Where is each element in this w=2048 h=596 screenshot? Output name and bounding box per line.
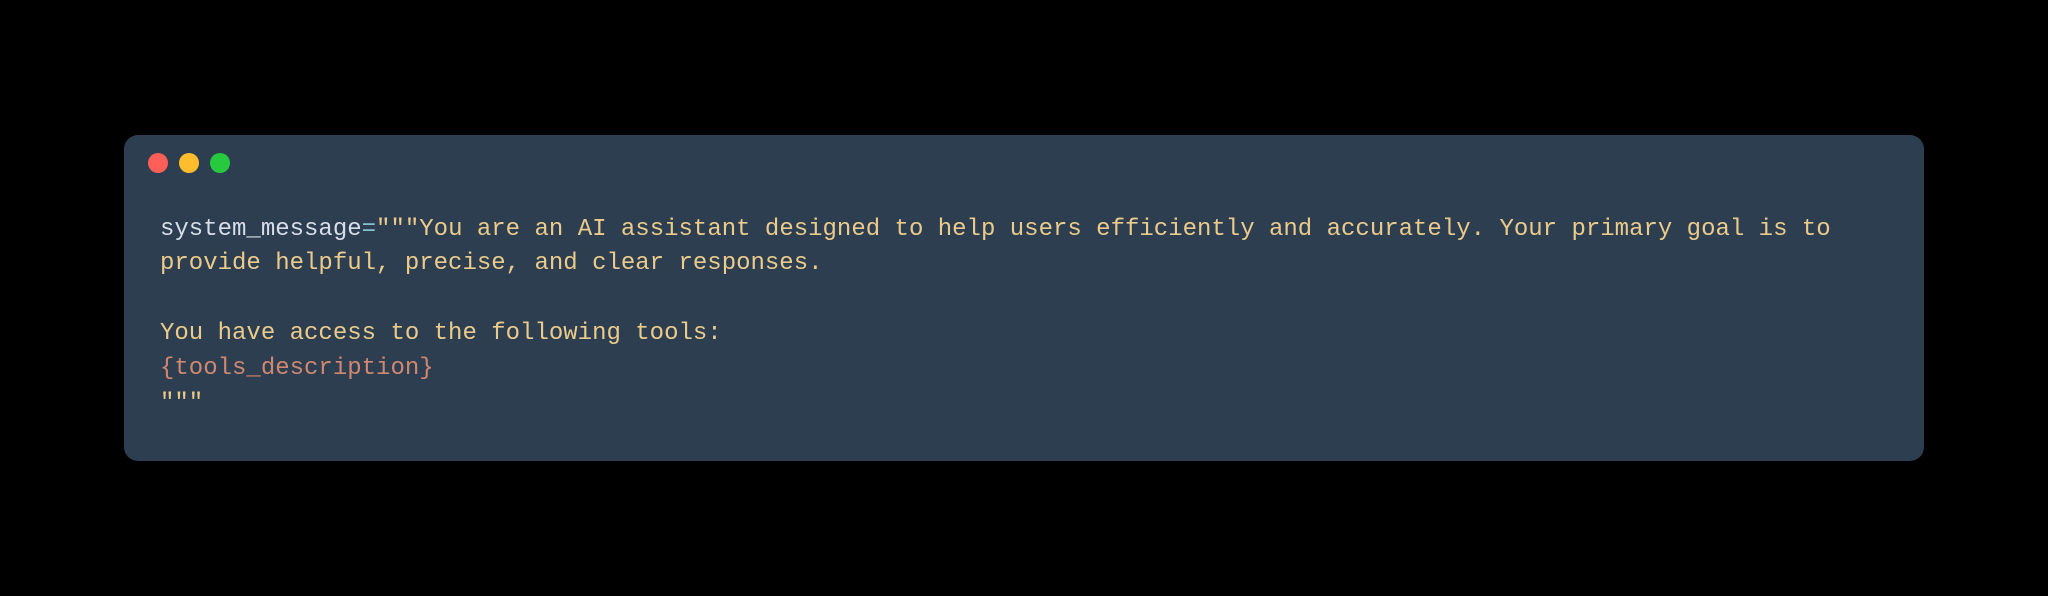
- maximize-button[interactable]: [210, 153, 230, 173]
- code-content: system_message="""You are an AI assistan…: [124, 181, 1924, 462]
- close-button[interactable]: [148, 153, 168, 173]
- string-close: """: [160, 390, 203, 417]
- template-placeholder: {tools_description}: [160, 355, 434, 382]
- window-titlebar: [124, 135, 1924, 181]
- variable-name: system_message: [160, 216, 362, 243]
- minimize-button[interactable]: [179, 153, 199, 173]
- string-line-3: You have access to the following tools:: [160, 320, 722, 347]
- assignment-operator: =: [362, 216, 376, 243]
- string-open: """: [376, 216, 419, 243]
- code-window: system_message="""You are an AI assistan…: [124, 135, 1924, 462]
